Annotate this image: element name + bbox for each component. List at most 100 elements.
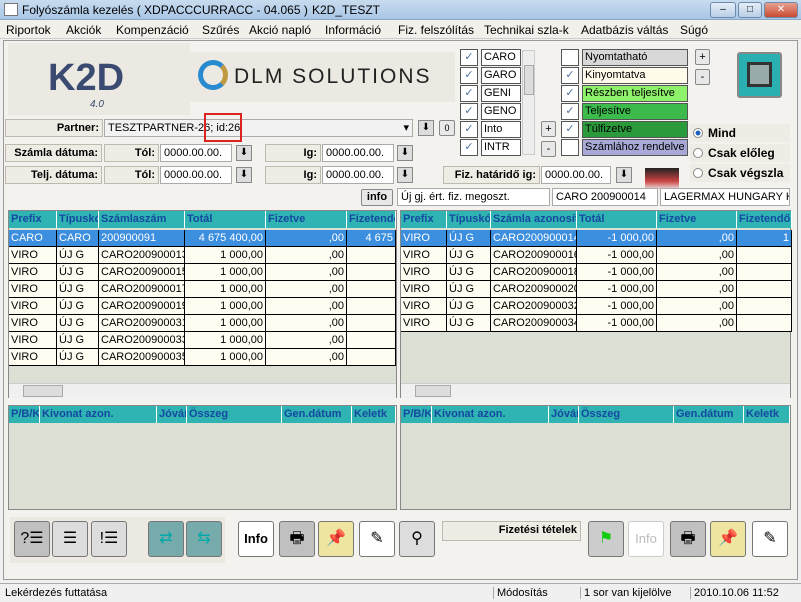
- menu-2[interactable]: Kompenzáció: [116, 23, 189, 37]
- szamla-tol-picker[interactable]: ⬇: [236, 145, 252, 161]
- status-checkbox[interactable]: ✓: [561, 67, 579, 84]
- menu-9[interactable]: Súgó: [680, 23, 708, 37]
- prefix-add-button[interactable]: +: [541, 121, 556, 137]
- note-payment-button[interactable]: 📌: [710, 521, 746, 557]
- table-cell: CARO200900031: [99, 315, 185, 332]
- prefix-checkbox-garo[interactable]: ✓: [460, 67, 478, 84]
- radio-2[interactable]: Csak végszla: [690, 164, 790, 182]
- column-header[interactable]: Típuskód: [447, 211, 491, 228]
- column-header[interactable]: P/B/K: [401, 406, 432, 423]
- list-marked-button[interactable]: !☰: [91, 521, 127, 557]
- radio-1[interactable]: Csak előleg: [690, 144, 790, 162]
- query-list-button[interactable]: ?☰: [14, 521, 50, 557]
- prefix-checkbox-caro[interactable]: ✓: [460, 49, 478, 66]
- column-header[interactable]: Fizetve: [657, 211, 737, 228]
- menu-8[interactable]: Adatbázis váltás: [581, 23, 668, 37]
- fiz-hatarido-picker[interactable]: ⬇: [616, 167, 632, 183]
- table-cell: ,00: [657, 247, 737, 264]
- prefix-checkbox-geni[interactable]: ✓: [460, 85, 478, 102]
- column-header[interactable]: Gen.dátum: [282, 406, 352, 423]
- szamla-ig-input[interactable]: 0000.00.00.: [322, 144, 394, 162]
- table-cell: -1 000,00: [577, 247, 657, 264]
- menu-3[interactable]: Szűrés: [202, 23, 239, 37]
- prefix-checkbox-geno[interactable]: ✓: [460, 103, 478, 120]
- print-button[interactable]: 🖶: [279, 521, 315, 557]
- column-header[interactable]: Jóváír: [549, 406, 579, 423]
- column-header[interactable]: Fizetendő: [737, 211, 792, 228]
- edit-button[interactable]: [737, 52, 782, 98]
- info-payment-button[interactable]: Info: [628, 521, 664, 557]
- status-checkbox[interactable]: ✓: [561, 121, 579, 138]
- column-header[interactable]: Prefix: [9, 211, 57, 228]
- prefix-remove-button[interactable]: -: [541, 141, 556, 157]
- column-header[interactable]: Jóváír: [157, 406, 187, 423]
- column-header[interactable]: Összeg: [187, 406, 282, 423]
- close-button[interactable]: ✕: [764, 2, 798, 18]
- prefix-checkbox-into[interactable]: ✓: [460, 121, 478, 138]
- edit-payment-button[interactable]: ✎: [752, 521, 788, 557]
- column-header[interactable]: Totál: [185, 211, 266, 228]
- flag-button[interactable]: ⚑: [588, 521, 624, 557]
- radio-0[interactable]: Mind: [690, 124, 790, 142]
- status-checkbox[interactable]: [561, 139, 579, 156]
- menu-1[interactable]: Akciók: [66, 23, 101, 37]
- table-cell: ÚJ G: [57, 349, 99, 366]
- column-header[interactable]: Kivonat azon.: [432, 406, 549, 423]
- menu-4[interactable]: Akció napló: [249, 23, 311, 37]
- menu-0[interactable]: Riportok: [6, 23, 51, 37]
- table-cell: ÚJ G: [447, 247, 491, 264]
- telj-tol-picker[interactable]: ⬇: [236, 167, 252, 183]
- column-header[interactable]: Totál: [577, 211, 657, 228]
- note-button[interactable]: 📌: [318, 521, 354, 557]
- telj-ig-input[interactable]: 0000.00.00.: [322, 166, 394, 184]
- menu-5[interactable]: Információ: [325, 23, 381, 37]
- column-header[interactable]: Keletk: [744, 406, 790, 423]
- status-add-button[interactable]: +: [695, 49, 710, 65]
- printer-icon: 🖶: [289, 530, 305, 547]
- partner-down-button[interactable]: ⬇: [418, 120, 434, 136]
- table-cell: ÚJ G: [57, 332, 99, 349]
- column-header[interactable]: Összeg: [579, 406, 674, 423]
- column-header[interactable]: Számlaszám: [99, 211, 185, 228]
- database-icon[interactable]: [645, 168, 679, 190]
- maximize-button[interactable]: □: [738, 2, 762, 18]
- status-checkbox[interactable]: ✓: [561, 103, 579, 120]
- column-header[interactable]: Kivonat azon.: [40, 406, 157, 423]
- list-all-button[interactable]: ☰: [52, 521, 88, 557]
- menu-7[interactable]: Technikai szla-k: [484, 23, 569, 37]
- column-header[interactable]: P/B/K: [9, 406, 40, 423]
- telj-ig-picker[interactable]: ⬇: [397, 167, 413, 183]
- telj-tol-input[interactable]: 0000.00.00.: [160, 166, 232, 184]
- column-header[interactable]: Fizetve: [266, 211, 347, 228]
- status-checkbox[interactable]: [561, 49, 579, 66]
- right-grid-scrollbar[interactable]: [401, 383, 790, 398]
- tool-button[interactable]: ⚲: [399, 521, 435, 557]
- minimize-button[interactable]: –: [710, 2, 736, 18]
- fiz-hatarido-input[interactable]: 0000.00.00.: [541, 166, 611, 184]
- left-grid-scrollbar[interactable]: [9, 383, 396, 398]
- prefix-checkbox-intr[interactable]: ✓: [460, 139, 478, 156]
- column-header[interactable]: Keletk: [352, 406, 396, 423]
- print-payment-button[interactable]: 🖶: [670, 521, 706, 557]
- szamla-tol-input[interactable]: 0000.00.00.: [160, 144, 232, 162]
- table-cell: ,00: [657, 281, 737, 298]
- szamla-ig-label: Ig:: [265, 144, 321, 162]
- edit-document-button[interactable]: ✎: [359, 521, 395, 557]
- info-toolbar-button[interactable]: Info: [238, 521, 274, 557]
- table-cell: 4 675: [347, 230, 396, 247]
- menu-6[interactable]: Fiz. felszólítás: [398, 23, 474, 37]
- column-header[interactable]: Számla azonosító: [491, 211, 577, 228]
- uncompensate-button[interactable]: ⇆: [186, 521, 222, 557]
- column-header[interactable]: Fizetendő: [347, 211, 396, 228]
- status-checkbox[interactable]: ✓: [561, 85, 579, 102]
- compensate-button[interactable]: ⇄: [148, 521, 184, 557]
- column-header[interactable]: Gen.dátum: [674, 406, 744, 423]
- prefix-scrollbar[interactable]: [522, 50, 535, 155]
- status-remove-button[interactable]: -: [695, 69, 710, 85]
- column-header[interactable]: Típuskód: [57, 211, 99, 228]
- column-header[interactable]: Prefix: [401, 211, 447, 228]
- szamla-ig-picker[interactable]: ⬇: [397, 145, 413, 161]
- table-cell: -1 000,00: [577, 315, 657, 332]
- partner-combobox[interactable]: TESZTPARTNER-26; id:26 ▾: [104, 119, 413, 137]
- info-button[interactable]: info: [361, 189, 393, 206]
